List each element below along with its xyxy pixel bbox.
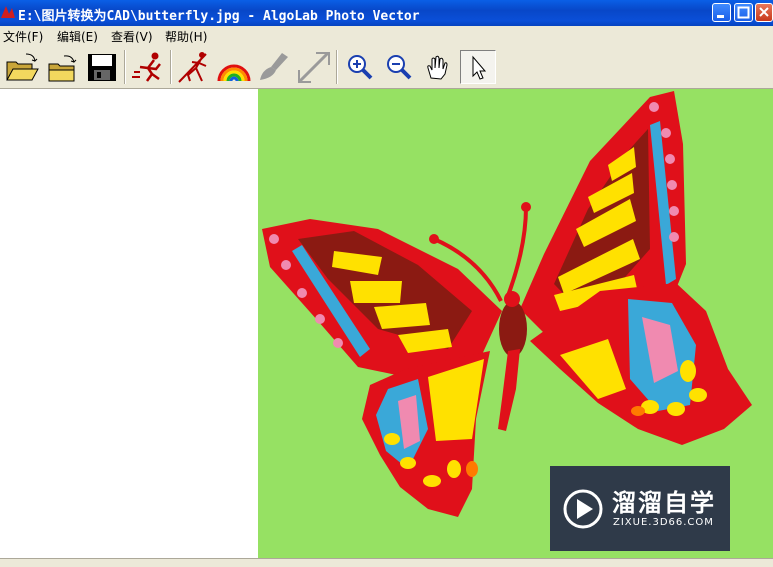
- minimize-icon: [717, 15, 724, 18]
- toolbar-separator: [336, 50, 338, 84]
- save-as-icon: [48, 55, 77, 82]
- pan-button[interactable]: [420, 50, 456, 84]
- menu-help[interactable]: 帮助(H): [165, 28, 207, 45]
- menu-bar: 文件(F) 编辑(E) 查看(V) 帮助(H): [0, 26, 773, 45]
- vectorize-button[interactable]: [130, 50, 166, 84]
- menu-file[interactable]: 文件(F): [3, 28, 43, 45]
- save-button[interactable]: [84, 50, 120, 84]
- maximize-icon: [737, 6, 750, 19]
- menu-edit[interactable]: 编辑(E): [57, 28, 98, 45]
- play-logo-icon: [563, 489, 603, 529]
- hand-pan-icon: [427, 55, 448, 80]
- toolbar-separator: [124, 50, 126, 84]
- select-pointer-button[interactable]: [460, 50, 496, 84]
- minimize-button[interactable]: [712, 3, 731, 22]
- watermark-title: 溜溜自学: [612, 489, 716, 517]
- source-pane[interactable]: [0, 89, 258, 561]
- title-bar[interactable]: E:\图片转换为CAD\butterfly.jpg - AlgoLab Phot…: [0, 0, 773, 26]
- arrow-pointer-icon: [472, 55, 487, 80]
- save-as-button[interactable]: [44, 50, 80, 84]
- window-title: E:\图片转换为CAD\butterfly.jpg - AlgoLab Phot…: [18, 9, 420, 24]
- zoom-in-icon: [348, 55, 373, 80]
- close-icon: [759, 7, 769, 17]
- brush-button: [256, 50, 292, 84]
- save-disk-icon: [88, 54, 116, 81]
- toolbar: [0, 45, 773, 89]
- open-button[interactable]: [4, 50, 40, 84]
- line-art-button[interactable]: [176, 50, 212, 84]
- toolbar-separator: [170, 50, 172, 84]
- line-diagonal-icon: [298, 51, 330, 83]
- run-vectorize-icon: [132, 52, 161, 82]
- rainbow-icon: [217, 64, 251, 82]
- open-folder-icon: [6, 53, 39, 81]
- stick-figure-icon: [178, 52, 207, 83]
- app-logo-icon: [1, 6, 15, 18]
- zoom-in-button[interactable]: [342, 50, 378, 84]
- line-tool-button: [296, 50, 332, 84]
- watermark-url: ZIXUE.3D66.COM: [613, 517, 714, 528]
- zoom-out-button[interactable]: [381, 50, 417, 84]
- zoom-out-icon: [387, 55, 412, 80]
- maximize-button[interactable]: [734, 3, 753, 22]
- color-mode-button[interactable]: [216, 50, 252, 84]
- watermark-logo: 溜溜自学 ZIXUE.3D66.COM: [550, 466, 730, 551]
- brush-icon: [260, 53, 288, 80]
- close-button[interactable]: [755, 3, 773, 22]
- menu-view[interactable]: 查看(V): [111, 28, 153, 45]
